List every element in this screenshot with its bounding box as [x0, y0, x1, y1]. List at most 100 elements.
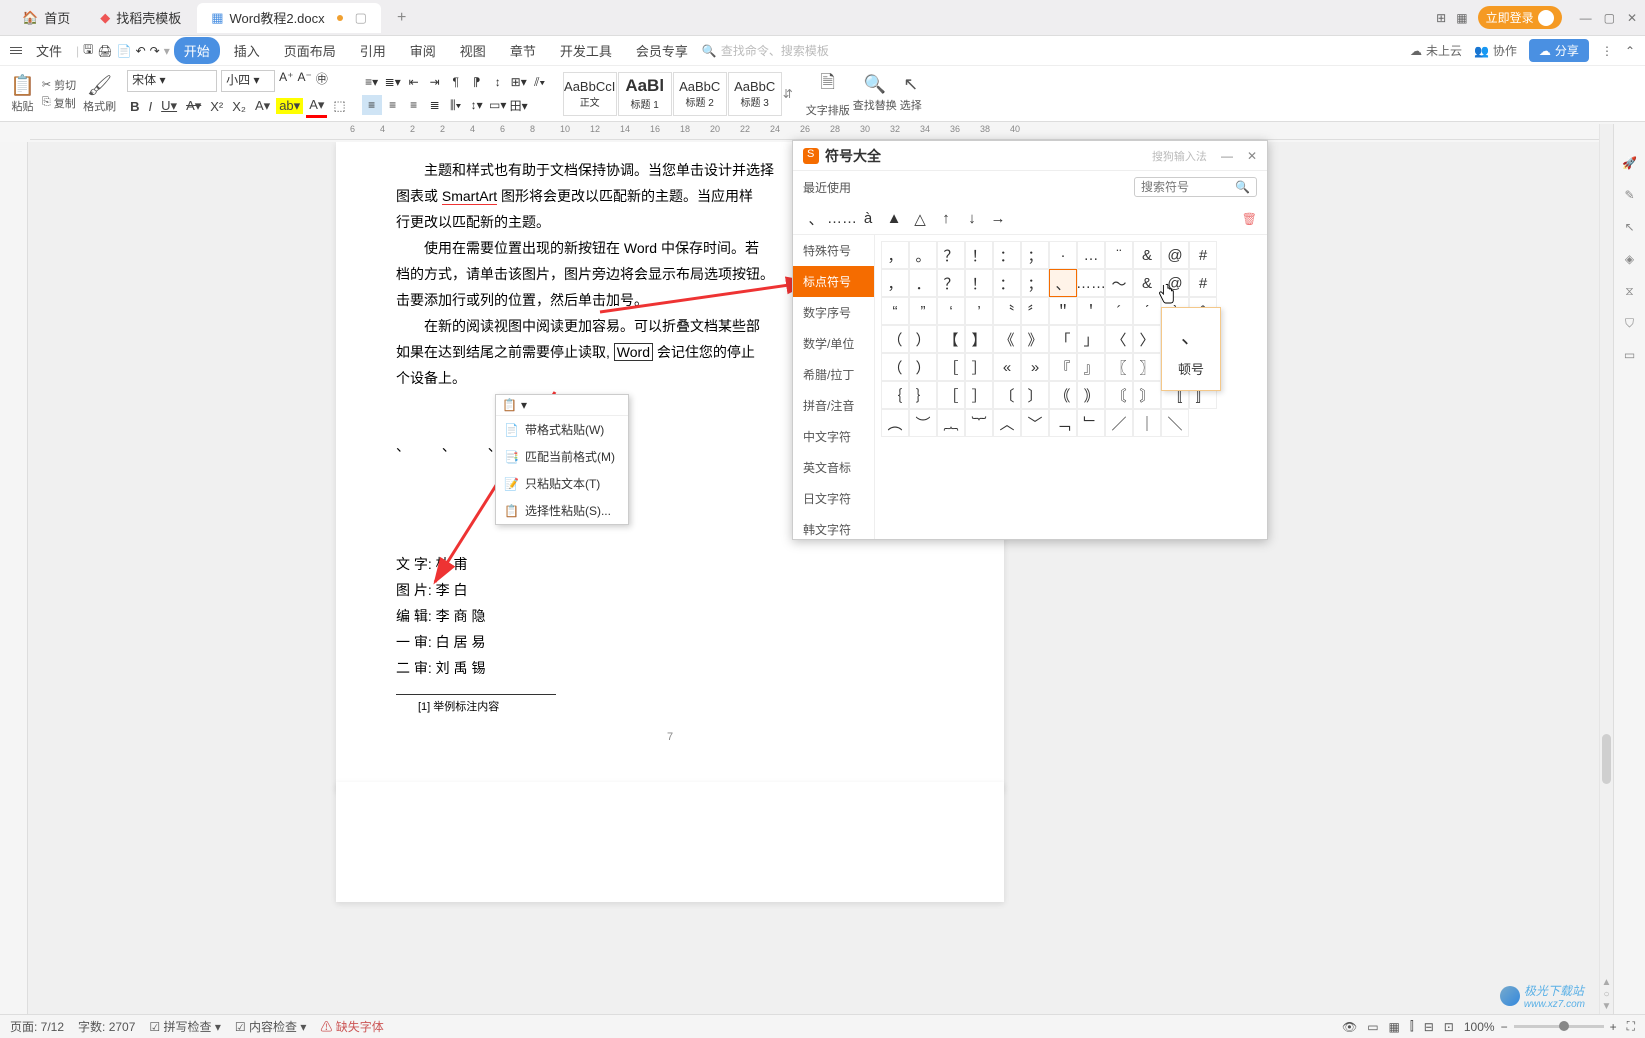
- shield-icon[interactable]: ⛉: [1621, 314, 1639, 332]
- symbol-category[interactable]: 特殊符号: [793, 235, 874, 266]
- symbol-cell[interactable]: ［: [937, 353, 965, 381]
- symbol-cell[interactable]: ／: [1105, 409, 1133, 437]
- symbol-cell[interactable]: 、: [1049, 269, 1077, 297]
- highlight-button[interactable]: ab▾: [276, 98, 303, 114]
- rtl-button[interactable]: ⁋: [467, 72, 487, 92]
- symbol-category[interactable]: 数字序号: [793, 297, 874, 328]
- font-size-select[interactable]: 小四 ▾: [221, 70, 275, 92]
- align-right-button[interactable]: ≡: [404, 95, 424, 115]
- word-count[interactable]: 字数: 2707: [78, 1018, 135, 1035]
- menu-insert[interactable]: 插入: [224, 37, 270, 64]
- shading-button[interactable]: ▭▾: [488, 95, 508, 115]
- symbol-cell[interactable]: ｠: [1077, 381, 1105, 409]
- symbol-cell[interactable]: ［: [937, 381, 965, 409]
- menu-section[interactable]: 章节: [500, 37, 546, 64]
- subscript-button[interactable]: X₂: [229, 97, 249, 116]
- paste-with-format[interactable]: 📄带格式粘贴(W): [496, 416, 628, 443]
- recent-symbol[interactable]: à: [855, 207, 881, 231]
- maximize-icon[interactable]: ▢: [1604, 11, 1615, 25]
- symbol-cell[interactable]: ＼: [1161, 409, 1189, 437]
- symbol-cell[interactable]: @: [1161, 241, 1189, 269]
- symbol-cell[interactable]: ？: [937, 241, 965, 269]
- symbol-cell[interactable]: ｛: [881, 381, 909, 409]
- symbol-cell[interactable]: ；: [1021, 269, 1049, 297]
- zoom-control[interactable]: 100% − +: [1464, 1020, 1617, 1034]
- char-border-button[interactable]: ⬚: [330, 96, 348, 116]
- menu-devtools[interactable]: 开发工具: [550, 37, 622, 64]
- align-justify-button[interactable]: ≣: [425, 95, 445, 115]
- paste-drop-icon[interactable]: ▾: [521, 398, 527, 412]
- symbol-cell[interactable]: ︸: [965, 409, 993, 437]
- underline-button[interactable]: U▾: [158, 96, 180, 116]
- symbol-category[interactable]: 英文音标: [793, 452, 874, 483]
- menu-start[interactable]: 开始: [174, 37, 220, 64]
- copy-button[interactable]: ⎘复制: [42, 95, 76, 111]
- symbol-cell[interactable]: ］: [965, 353, 993, 381]
- numbering-button[interactable]: ≣▾: [383, 72, 403, 92]
- symbol-cell[interactable]: ︷: [937, 409, 965, 437]
- symbol-cell[interactable]: 〞: [1021, 297, 1049, 325]
- tab-add[interactable]: +: [383, 3, 420, 33]
- rocket-icon[interactable]: 🚀: [1621, 154, 1639, 172]
- symbol-category[interactable]: 希腊/拉丁: [793, 359, 874, 390]
- symbol-cell[interactable]: 〖: [1105, 353, 1133, 381]
- cursor-icon[interactable]: ↖: [1621, 218, 1639, 236]
- symbol-cell[interactable]: ？: [937, 269, 965, 297]
- symbol-category[interactable]: 日文字符: [793, 483, 874, 514]
- symbol-cell[interactable]: 《: [993, 325, 1021, 353]
- symbol-cell[interactable]: 『: [1049, 353, 1077, 381]
- symbol-cell[interactable]: ＂: [1049, 297, 1077, 325]
- symbol-cell[interactable]: ．: [909, 269, 937, 297]
- symbol-cell[interactable]: ～: [1105, 269, 1133, 297]
- text-effects-button[interactable]: A▾: [252, 96, 273, 116]
- symbol-cell[interactable]: ˊ: [1133, 297, 1161, 325]
- symbol-cell[interactable]: 』: [1077, 353, 1105, 381]
- symbol-cell[interactable]: 〘: [1105, 381, 1133, 409]
- fullscreen-icon[interactable]: ⛶: [1627, 1019, 1635, 1034]
- web-layout-icon[interactable]: ⫿: [1410, 1019, 1414, 1034]
- para-opts-button[interactable]: ⫽▾: [530, 72, 550, 92]
- symbol-category[interactable]: 数学/单位: [793, 328, 874, 359]
- paste-match-format[interactable]: 📑匹配当前格式(M): [496, 443, 628, 470]
- recent-symbol[interactable]: ↓: [959, 207, 985, 231]
- symbol-cell[interactable]: ﹀: [1021, 409, 1049, 437]
- symbol-category[interactable]: 拼音/注音: [793, 390, 874, 421]
- style-heading1[interactable]: AaBl标题 1: [618, 72, 672, 116]
- symbol-cell[interactable]: ：: [993, 269, 1021, 297]
- paste-text-only[interactable]: 📝只粘贴文本(T): [496, 470, 628, 497]
- symbol-cell[interactable]: （: [881, 353, 909, 381]
- share-button[interactable]: ☁分享: [1529, 39, 1589, 62]
- font-color-button[interactable]: A▾: [306, 95, 327, 118]
- paste-button[interactable]: 📋 粘贴: [10, 73, 35, 114]
- style-heading2[interactable]: AaBbC标题 2: [673, 72, 727, 116]
- symbol-category[interactable]: 标点符号: [793, 266, 874, 297]
- symbol-cell[interactable]: 「: [1049, 325, 1077, 353]
- char-scale-icon[interactable]: ㊥: [316, 70, 328, 92]
- menu-drop-icon[interactable]: ▾: [164, 44, 170, 58]
- symbol-cell[interactable]: ，: [881, 269, 909, 297]
- hamburger-icon[interactable]: [10, 47, 22, 54]
- scroll-thumb[interactable]: [1602, 734, 1611, 784]
- vertical-scrollbar[interactable]: ▲ ○ ▼: [1599, 124, 1613, 1014]
- print-icon[interactable]: 🖨: [97, 44, 112, 58]
- menu-file[interactable]: 文件: [26, 37, 72, 64]
- symbol-cell[interactable]: ﹁: [1049, 409, 1077, 437]
- symbol-cell[interactable]: «: [993, 353, 1021, 381]
- paste-header-icon[interactable]: 📋: [502, 398, 517, 412]
- align-center-button[interactable]: ≡: [383, 95, 403, 115]
- symbol-cell[interactable]: 》: [1021, 325, 1049, 353]
- missing-font[interactable]: ⚠ 缺失字体: [320, 1018, 383, 1035]
- ltr-button[interactable]: ¶: [446, 72, 466, 92]
- symbol-cell[interactable]: »: [1021, 353, 1049, 381]
- symbol-cell[interactable]: ︵: [881, 409, 909, 437]
- symbol-cell[interactable]: ）: [909, 325, 937, 353]
- symbol-cell[interactable]: 【: [937, 325, 965, 353]
- symbol-cell[interactable]: 〗: [1133, 353, 1161, 381]
- symbol-cell[interactable]: 〈: [1105, 325, 1133, 353]
- strike-button[interactable]: A▾: [183, 96, 204, 116]
- cut-button[interactable]: ✂剪切: [42, 77, 76, 93]
- line-space-button[interactable]: ↕: [488, 72, 508, 92]
- symbol-cell[interactable]: ︿: [993, 409, 1021, 437]
- tab-home[interactable]: 🏠 首页: [8, 3, 84, 33]
- symbol-cell[interactable]: ＇: [1077, 297, 1105, 325]
